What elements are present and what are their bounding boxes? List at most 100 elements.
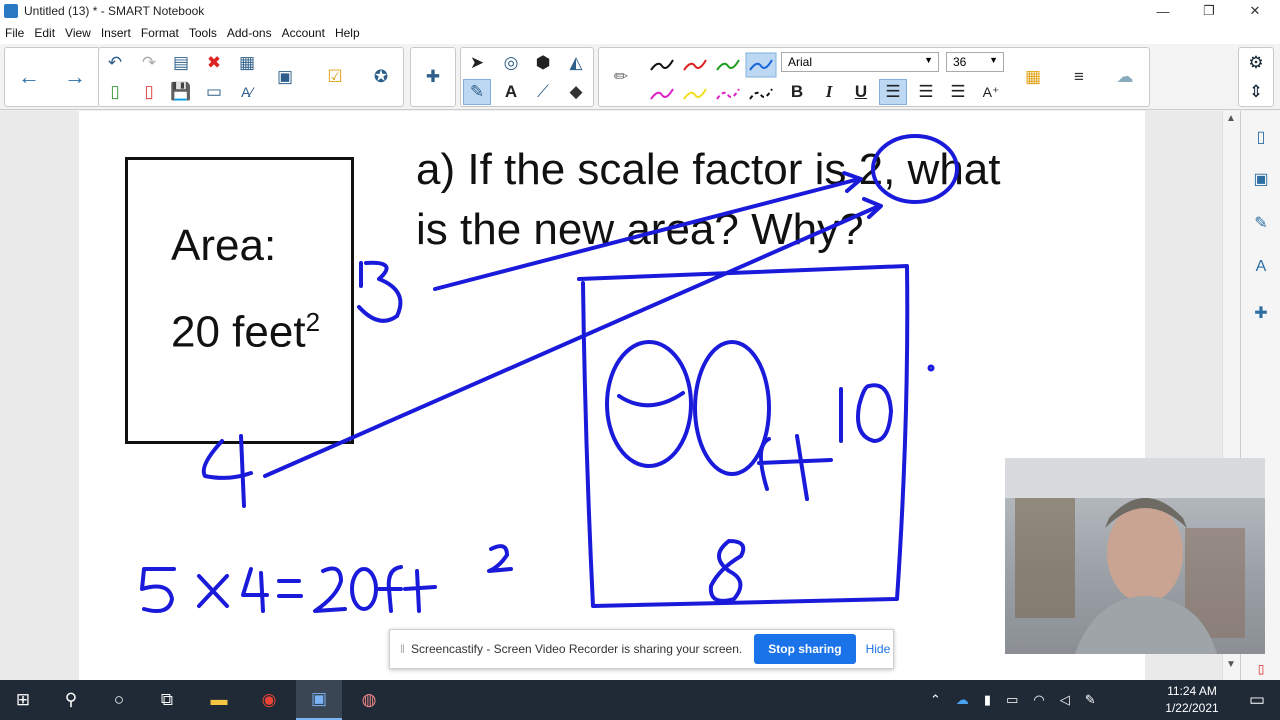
- font-size-select[interactable]: 36 ▼: [946, 52, 1004, 72]
- ink-eq-0: [350, 567, 378, 611]
- scroll-down-icon[interactable]: ▼: [1226, 659, 1236, 670]
- windows-start-icon[interactable]: ⊞: [0, 680, 46, 720]
- wifi-icon[interactable]: ◠: [1033, 692, 1044, 708]
- chevron-up-icon[interactable]: ⌃: [930, 692, 941, 708]
- next-page-icon[interactable]: →: [61, 64, 89, 90]
- font-family-select[interactable]: Arial ▼: [781, 52, 939, 72]
- notebook-page[interactable]: Area: 20 feet2 a) If the scale factor is…: [79, 111, 1145, 680]
- move-toolbar-icon[interactable]: ⇕: [1242, 79, 1270, 105]
- align-left-icon[interactable]: ☰: [879, 79, 907, 105]
- ink-eq-equals: [277, 579, 303, 598]
- pen-swatch-7[interactable]: [749, 88, 773, 100]
- menu-help[interactable]: Help: [330, 26, 365, 40]
- delete-page-icon[interactable]: ▯: [135, 79, 163, 105]
- pen-swatch-2[interactable]: [716, 59, 740, 71]
- menu-insert[interactable]: Insert: [96, 26, 136, 40]
- table-icon[interactable]: ▦: [233, 50, 261, 76]
- ink-circle-around-2: [871, 134, 959, 204]
- undo-icon[interactable]: ↶: [101, 50, 129, 76]
- line-icon[interactable]: ⟋: [529, 79, 557, 105]
- pencil-icon[interactable]: ✏: [607, 64, 635, 90]
- volume-icon[interactable]: ◁: [1060, 692, 1070, 708]
- ink-arrow-lower: [263, 197, 883, 478]
- battery-icon[interactable]: ▭: [1006, 692, 1018, 708]
- scroll-up-icon[interactable]: ▲: [1226, 113, 1236, 124]
- add-page-icon[interactable]: ▯: [101, 79, 129, 105]
- color-palette-icon[interactable]: ▦: [1019, 64, 1047, 90]
- page-sorter-icon[interactable]: ▯: [1245, 121, 1277, 153]
- gear-icon[interactable]: ⚙: [1242, 50, 1270, 76]
- pen-color-swatches[interactable]: [645, 50, 779, 106]
- minimize-button[interactable]: —: [1140, 0, 1186, 22]
- screencastify-taskbar-icon[interactable]: ◍: [346, 680, 392, 720]
- chevron-down-icon: ▼: [989, 55, 998, 65]
- pen-swatch-0[interactable]: [650, 59, 674, 71]
- ink-annotations[interactable]: [79, 111, 1145, 680]
- line-style-icon[interactable]: ≡: [1065, 64, 1093, 90]
- addons-tab-icon[interactable]: ✚: [1245, 297, 1277, 329]
- align-right-icon[interactable]: ☰: [944, 79, 972, 105]
- menu-edit[interactable]: Edit: [29, 26, 60, 40]
- italic-button[interactable]: I: [815, 79, 843, 105]
- screen-shade-icon[interactable]: ▭: [200, 79, 228, 105]
- menu-format[interactable]: Format: [136, 26, 184, 40]
- bold-button[interactable]: B: [783, 79, 811, 105]
- system-clock[interactable]: 11:24 AM 1/22/2021: [1150, 683, 1234, 717]
- ink-eq-5: [140, 567, 176, 613]
- chrome-icon[interactable]: ◉: [246, 680, 292, 720]
- pens-icon[interactable]: ✎: [463, 79, 491, 105]
- pen-swatch-1[interactable]: [683, 59, 707, 71]
- file-explorer-icon[interactable]: ▬: [196, 680, 242, 720]
- paste-icon[interactable]: ▤: [167, 50, 195, 76]
- notifications-icon[interactable]: ▭: [1234, 680, 1280, 720]
- restore-button[interactable]: ❐: [1186, 0, 1232, 22]
- menu-file[interactable]: File: [0, 26, 29, 40]
- effects-icon[interactable]: ☁: [1111, 64, 1139, 90]
- pen-swatch-6[interactable]: [716, 88, 740, 100]
- ink-digit-4: [201, 434, 253, 508]
- puzzle-icon[interactable]: ✚: [419, 64, 447, 90]
- text-format-icon[interactable]: A⁺: [977, 79, 1005, 105]
- align-center-icon[interactable]: ☰: [912, 79, 940, 105]
- task-view-icon[interactable]: ⧉: [144, 680, 190, 720]
- menu-account[interactable]: Account: [277, 26, 330, 40]
- response-icon[interactable]: ☑: [321, 64, 349, 90]
- smart-notebook-taskbar-icon[interactable]: ▣: [296, 680, 342, 720]
- window-title: Untitled (13) * - SMART Notebook: [24, 4, 205, 18]
- eraser-icon[interactable]: ◆: [562, 79, 590, 105]
- onedrive-icon[interactable]: ☁: [956, 692, 969, 708]
- text-tool-icon[interactable]: A: [497, 79, 525, 105]
- stop-sharing-button[interactable]: Stop sharing: [754, 634, 856, 664]
- redo-icon[interactable]: ↷: [135, 50, 163, 76]
- fill-icon[interactable]: ◭: [562, 50, 590, 76]
- taskbar: ⊞ ⚲ ○ ⧉ ▬ ◉ ▣ ◍ ⌃ ☁ ▮ ▭ ◠ ◁ ✎ 11:24 AM 1…: [0, 680, 1280, 720]
- menu-bar: File Edit View Insert Format Tools Add-o…: [0, 22, 1280, 44]
- gallery-icon[interactable]: ▣: [1245, 163, 1277, 195]
- menu-addons[interactable]: Add-ons: [222, 26, 277, 40]
- pen-workspace-icon[interactable]: ✎: [1085, 692, 1096, 708]
- delete-icon[interactable]: ✖: [200, 50, 228, 76]
- menu-tools[interactable]: Tools: [184, 26, 222, 40]
- menu-view[interactable]: View: [60, 26, 96, 40]
- pen-swatch-5[interactable]: [683, 88, 707, 100]
- save-icon[interactable]: 💾: [167, 79, 195, 105]
- cortana-icon[interactable]: ○: [96, 680, 142, 720]
- ink-eq-sup-2: [487, 544, 513, 573]
- document-camera-icon[interactable]: ▣: [271, 64, 299, 90]
- pen-swatch-4[interactable]: [650, 88, 674, 100]
- previous-page-icon[interactable]: ←: [15, 64, 43, 90]
- underline-button[interactable]: U: [847, 79, 875, 105]
- shapes-icon[interactable]: ◎: [497, 50, 525, 76]
- text-recognition-icon[interactable]: A⁄: [233, 79, 261, 105]
- webcam-person-image: [1005, 458, 1265, 654]
- properties-icon[interactable]: A: [1245, 251, 1277, 283]
- attachments-icon[interactable]: ✎: [1245, 207, 1277, 239]
- hide-button[interactable]: Hide: [866, 642, 891, 656]
- microphone-icon[interactable]: ▮: [984, 692, 991, 708]
- close-button[interactable]: ✕: [1232, 0, 1278, 22]
- search-icon[interactable]: ⚲: [48, 680, 94, 720]
- drag-handle-icon[interactable]: ‖: [400, 642, 405, 656]
- select-icon[interactable]: ➤: [463, 50, 491, 76]
- eraser-shape-icon[interactable]: ⬢: [529, 50, 557, 76]
- addons-icon[interactable]: ✪: [367, 64, 395, 90]
